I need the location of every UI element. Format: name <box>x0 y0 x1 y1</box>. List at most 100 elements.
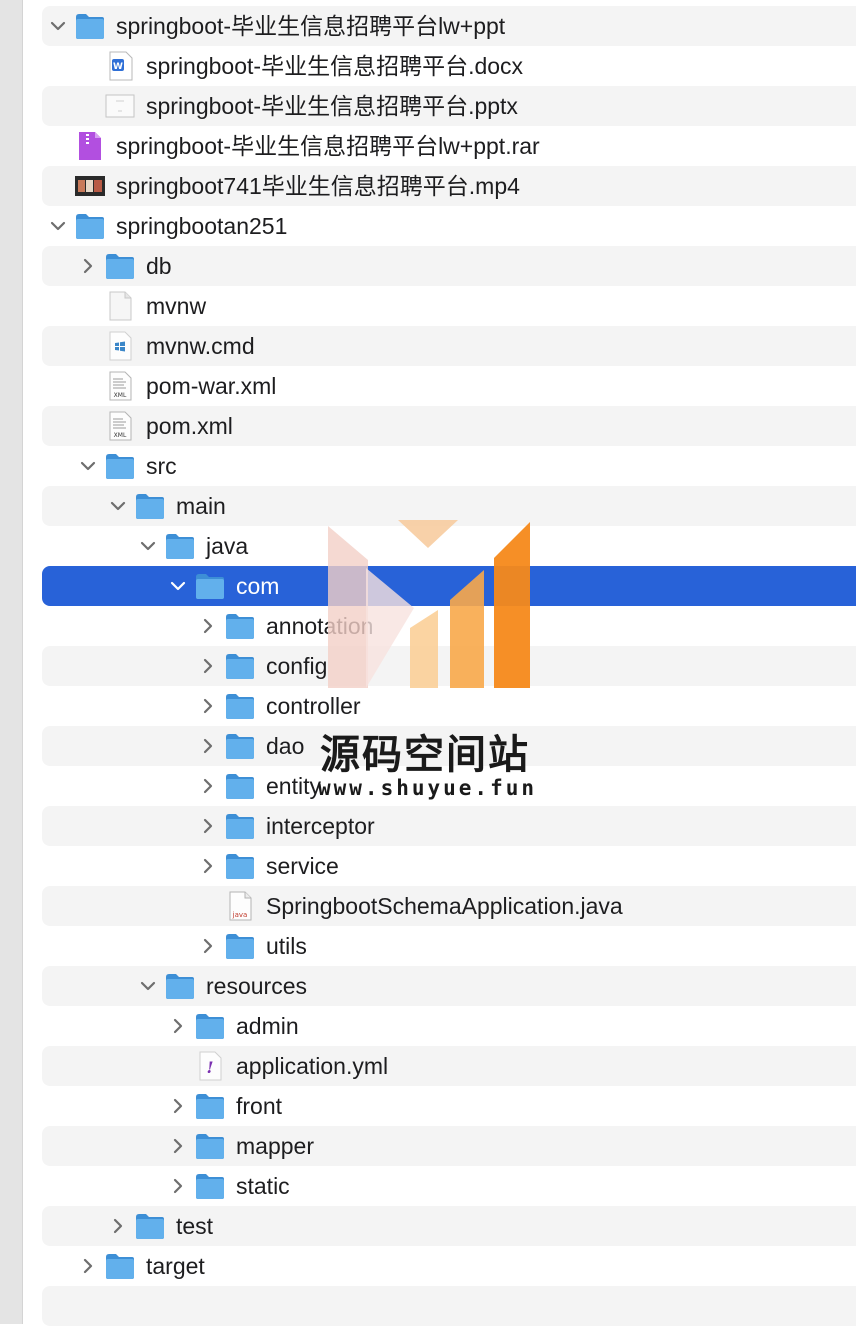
chevron-down-icon[interactable] <box>48 216 68 236</box>
tree-row-folder[interactable]: java <box>0 526 856 566</box>
chevron-down-icon[interactable] <box>108 496 128 516</box>
tree-row-folder[interactable]: resources <box>0 966 856 1006</box>
chevron-right-icon[interactable] <box>198 776 218 796</box>
tree-row-folder[interactable]: utils <box>0 926 856 966</box>
folder-icon <box>164 531 196 561</box>
chevron-right-icon[interactable] <box>78 1256 98 1276</box>
chevron-right-icon[interactable] <box>168 1016 188 1036</box>
svg-text:!: ! <box>206 1058 213 1077</box>
tree-row-file[interactable]: XML pom-war.xml <box>0 366 856 406</box>
folder-icon <box>224 931 256 961</box>
chevron-right-icon[interactable] <box>198 616 218 636</box>
tree-row-folder[interactable]: controller <box>0 686 856 726</box>
tree-row-folder[interactable]: annotation <box>0 606 856 646</box>
tree-row-label: mvnw.cmd <box>146 333 255 359</box>
chevron-right-icon[interactable] <box>198 736 218 756</box>
folder-icon <box>224 771 256 801</box>
tree-row-file[interactable]: java SpringbootSchemaApplication.java <box>0 886 856 926</box>
chevron-down-icon[interactable] <box>138 536 158 556</box>
xml-file-icon: XML <box>104 371 136 401</box>
tree-row-folder[interactable]: db <box>0 246 856 286</box>
tree-row-label: springboot-毕业生信息招聘平台lw+ppt <box>116 13 506 39</box>
tree-row-file[interactable]: springboot741毕业生信息招聘平台.mp4 <box>0 166 856 206</box>
tree-row-label: test <box>176 1213 214 1239</box>
tree-row-label: springbootan251 <box>116 213 288 239</box>
folder-icon <box>194 571 226 601</box>
tree-row-folder[interactable]: springbootan251 <box>0 206 856 246</box>
tree-row-label: springboot-毕业生信息招聘平台.pptx <box>146 93 518 119</box>
folder-icon <box>164 971 196 1001</box>
chevron-right-icon[interactable] <box>108 1216 128 1236</box>
chevron-down-icon[interactable] <box>78 456 98 476</box>
tree-row-folder[interactable]: com <box>0 566 856 606</box>
blank-file-icon <box>104 291 136 321</box>
tree-row-label: springboot-毕业生信息招聘平台lw+ppt.rar <box>116 133 540 159</box>
tree-row-file[interactable]: springboot-毕业生信息招聘平台lw+ppt.rar <box>0 126 856 166</box>
folder-icon <box>194 1011 226 1041</box>
chevron-right-icon[interactable] <box>168 1096 188 1116</box>
chevron-down-icon[interactable] <box>48 16 68 36</box>
chevron-right-icon[interactable] <box>198 816 218 836</box>
folder-icon <box>194 1131 226 1161</box>
tree-row-label: static <box>236 1173 290 1199</box>
tree-row-folder[interactable]: main <box>0 486 856 526</box>
svg-text:W: W <box>113 62 123 72</box>
tree-row-label: pom-war.xml <box>146 373 277 399</box>
tree-row-label: springboot741毕业生信息招聘平台.mp4 <box>116 173 520 199</box>
chevron-right-icon[interactable] <box>198 856 218 876</box>
tree-row-file[interactable]: mvnw.cmd <box>0 326 856 366</box>
chevron-right-icon[interactable] <box>168 1136 188 1156</box>
pptx-file-icon <box>104 91 136 121</box>
tree-row-label: resources <box>206 973 307 999</box>
tree-row-folder[interactable]: test <box>0 1206 856 1246</box>
chevron-right-icon[interactable] <box>198 696 218 716</box>
tree-row-label: mapper <box>236 1133 314 1159</box>
tree-row-folder[interactable]: service <box>0 846 856 886</box>
watermark-title: 源码空间站 <box>320 732 530 778</box>
tree-row-file[interactable]: springboot-毕业生信息招聘平台.pptx <box>0 86 856 126</box>
tree-row-label: config <box>266 653 328 679</box>
tree-row-label: main <box>176 493 226 519</box>
watermark-url: www.shuyue.fun <box>318 776 538 800</box>
folder-icon <box>224 851 256 881</box>
chevron-right-icon[interactable] <box>78 256 98 276</box>
chevron-right-icon[interactable] <box>168 1176 188 1196</box>
tree-row-folder[interactable]: config <box>0 646 856 686</box>
tree-row-file[interactable]: XML pom.xml <box>0 406 856 446</box>
tree-row-label: controller <box>266 693 361 719</box>
chevron-right-icon[interactable] <box>198 936 218 956</box>
tree-row-folder[interactable]: static <box>0 1166 856 1206</box>
chevron-down-icon[interactable] <box>138 976 158 996</box>
tree-row-label: admin <box>236 1013 299 1039</box>
svg-text:XML: XML <box>114 432 127 439</box>
tree-row-file[interactable]: mvnw <box>0 286 856 326</box>
tree-row-folder[interactable]: src <box>0 446 856 486</box>
file-tree: springboot-毕业生信息招聘平台lw+ppt Wspringboot-毕业… <box>0 6 856 1326</box>
folder-icon <box>224 691 256 721</box>
folder-icon <box>104 451 136 481</box>
folder-icon <box>224 731 256 761</box>
tree-row-label: java <box>206 533 249 559</box>
tree-row-folder[interactable]: springboot-毕业生信息招聘平台lw+ppt <box>0 6 856 46</box>
svg-text:java: java <box>232 911 248 919</box>
tree-row-folder[interactable]: front <box>0 1086 856 1126</box>
video-thumbnail-icon <box>74 171 106 201</box>
tree-row-file[interactable]: Wspringboot-毕业生信息招聘平台.docx <box>0 46 856 86</box>
folder-icon <box>74 211 106 241</box>
tree-row-folder[interactable]: target <box>0 1246 856 1286</box>
tree-row-label: application.yml <box>236 1053 389 1079</box>
rar-archive-icon <box>74 131 106 161</box>
tree-row-label: annotation <box>266 613 374 639</box>
xml-file-icon: XML <box>104 411 136 441</box>
chevron-right-icon[interactable] <box>198 656 218 676</box>
chevron-down-icon[interactable] <box>168 576 188 596</box>
folder-icon <box>104 1251 136 1281</box>
folder-icon <box>74 11 106 41</box>
tree-row-label: front <box>236 1093 283 1119</box>
tree-row-folder[interactable]: admin <box>0 1006 856 1046</box>
tree-row-empty <box>0 1286 856 1326</box>
tree-row-folder[interactable]: interceptor <box>0 806 856 846</box>
tree-row-folder[interactable]: mapper <box>0 1126 856 1166</box>
tree-row-file[interactable]: ! application.yml <box>0 1046 856 1086</box>
tree-row-label: target <box>146 1253 205 1279</box>
